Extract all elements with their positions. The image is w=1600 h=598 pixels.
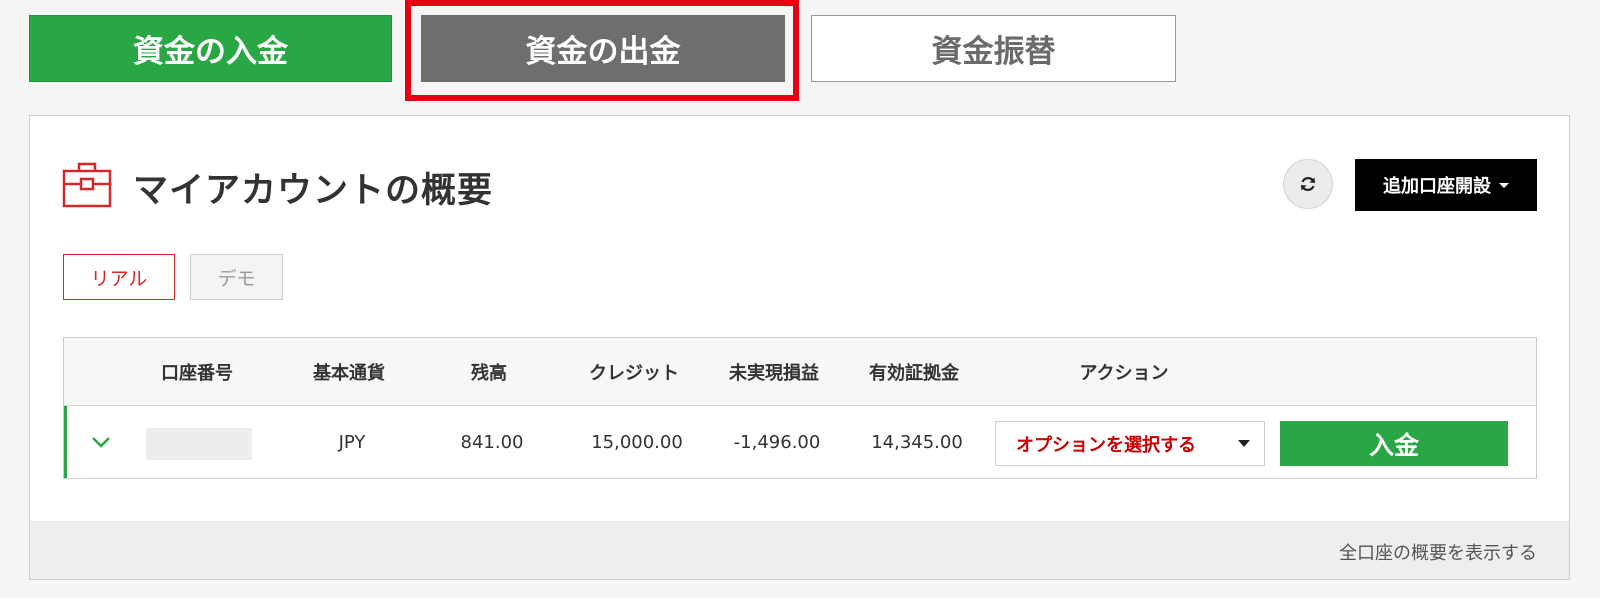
table-header: 口座番号 基本通貨 残高 クレジット 未実現損益 有効証拠金 アクション [64, 338, 1536, 406]
table-row: JPY 841.00 15,000.00 -1,496.00 14,345.00… [64, 406, 1536, 478]
header-credit: クレジット [589, 363, 679, 384]
tab-withdraw[interactable]: 資金の出金 [421, 15, 785, 82]
refresh-button[interactable] [1283, 159, 1333, 209]
cell-equity: 14,345.00 [871, 431, 963, 453]
panel-footer: 全口座の概要を表示する [30, 521, 1569, 579]
accounts-table: 口座番号 基本通貨 残高 クレジット 未実現損益 有効証拠金 アクション JPY… [63, 337, 1537, 479]
action-select[interactable]: オプションを選択する [995, 421, 1265, 466]
page-title: マイアカウントの概要 [133, 171, 494, 211]
caret-down-icon [1238, 440, 1250, 447]
refresh-icon [1301, 177, 1315, 191]
account-number-redacted [146, 428, 252, 460]
header-base-currency: 基本通貨 [313, 363, 385, 384]
segment-demo[interactable]: デモ [190, 254, 283, 300]
view-all-accounts-link[interactable]: 全口座の概要を表示する [1339, 539, 1537, 565]
cell-currency: JPY [338, 431, 366, 453]
tab-deposit[interactable]: 資金の入金 [29, 15, 392, 82]
header-account-number: 口座番号 [161, 363, 233, 384]
account-overview-panel: マイアカウントの概要 追加口座開設 リアル デモ 口座番号 基本通貨 残高 クレ… [29, 115, 1570, 580]
cell-unrealized-pl: -1,496.00 [733, 431, 821, 453]
header-unrealized-pl: 未実現損益 [729, 363, 819, 384]
tab-transfer[interactable]: 資金振替 [811, 15, 1176, 82]
briefcase-icon [62, 162, 112, 208]
deposit-button[interactable]: 入金 [1280, 421, 1508, 466]
header-equity: 有効証拠金 [869, 363, 959, 384]
caret-down-icon [1499, 182, 1509, 188]
segment-real[interactable]: リアル [63, 254, 175, 300]
header-action: アクション [1079, 363, 1169, 384]
cell-credit: 15,000.00 [591, 431, 683, 453]
action-select-value: オプションを選択する [1016, 434, 1196, 456]
add-account-dropdown-button[interactable]: 追加口座開設 [1355, 159, 1537, 211]
chevron-down-icon[interactable] [89, 430, 113, 454]
add-account-label: 追加口座開設 [1383, 176, 1491, 197]
cell-balance: 841.00 [460, 431, 524, 453]
header-balance: 残高 [471, 363, 507, 384]
